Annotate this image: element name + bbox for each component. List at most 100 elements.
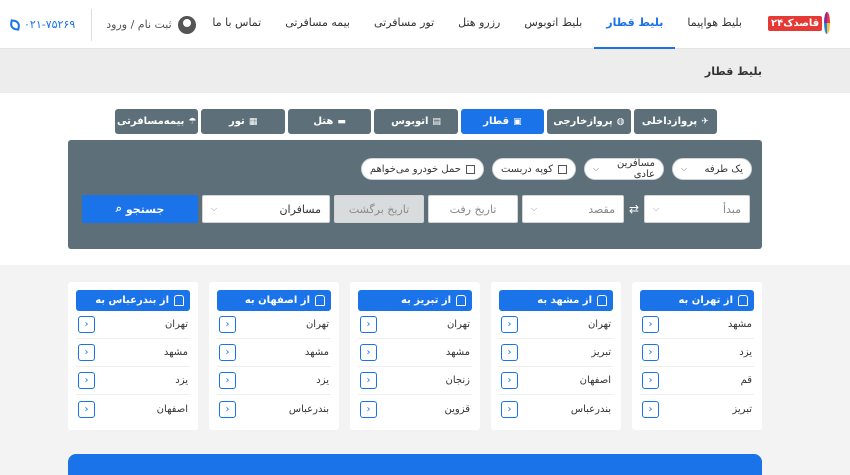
- car-label: حمل خودرو می‌خواهم: [369, 163, 461, 175]
- bus-icon: ▤: [432, 116, 441, 127]
- passenger-type-select[interactable]: مسافرین عادی ⌵: [584, 158, 664, 180]
- search-button[interactable]: جستجو ⌕: [82, 195, 198, 223]
- route-card: از تبریز به تهران ‹ مشهد ‹ زنجان ‹ قزوین ‹: [350, 282, 480, 430]
- chevron-down-icon: ⌵: [681, 164, 688, 173]
- chevron-left-icon[interactable]: ‹: [78, 316, 95, 333]
- tab-insurance[interactable]: ☂ بیمه‌مسافرتی: [115, 109, 199, 134]
- tab-hotel[interactable]: ▬ هتل: [287, 109, 372, 134]
- chevron-left-icon[interactable]: ‹: [360, 344, 377, 361]
- route-row[interactable]: اصفهان ‹: [499, 367, 613, 395]
- site-logo[interactable]: قاصدک۲۴: [768, 11, 840, 35]
- route-row[interactable]: تهران ‹: [76, 311, 190, 339]
- nav-item-train[interactable]: بلیط قطار: [594, 0, 676, 49]
- chevron-down-icon: ⌵: [531, 204, 538, 213]
- route-city: بندرعباس: [288, 403, 329, 415]
- route-city: مشهد: [163, 347, 188, 358]
- trip-type-select[interactable]: یک طرفه ⌵: [672, 158, 752, 180]
- route-row[interactable]: زنجان ‹: [358, 367, 472, 395]
- tab-label: هتل: [313, 116, 334, 127]
- train-icon: [597, 295, 607, 306]
- route-card-header: از مشهد به: [499, 290, 613, 311]
- chevron-left-icon[interactable]: ‹: [78, 400, 95, 418]
- route-row[interactable]: یزد ‹: [217, 367, 331, 395]
- tab-bus[interactable]: ▤ اتوبوس: [374, 109, 458, 134]
- chevron-left-icon[interactable]: ‹: [642, 372, 659, 389]
- route-card: از اصفهان به تهران ‹ مشهد ‹ یزد ‹ بندرعباس ‹: [209, 282, 339, 430]
- top-header: قاصدک۲۴ بلیط هواپیما بلیط قطار بلیط اتوب…: [0, 0, 850, 49]
- phone-icon: [9, 18, 21, 31]
- origin-select[interactable]: مبدأ ⌵: [644, 195, 750, 223]
- swap-icon[interactable]: ⇄: [628, 202, 640, 216]
- chevron-left-icon[interactable]: ‹: [642, 316, 659, 333]
- route-row[interactable]: مشهد ‹: [640, 311, 754, 339]
- logo-mark-icon: [824, 12, 840, 34]
- tab-domestic-flight[interactable]: ✈ پروازداخلی: [633, 109, 717, 134]
- car-transport-option[interactable]: حمل خودرو می‌خواهم: [360, 158, 484, 180]
- page-title: بلیط قطار: [704, 65, 762, 78]
- route-row[interactable]: مشهد ‹: [76, 339, 190, 367]
- chevron-left-icon[interactable]: ‹: [360, 316, 377, 333]
- tab-international-flight[interactable]: ◍ پروازخارجی: [547, 109, 631, 134]
- chevron-left-icon[interactable]: ‹: [642, 344, 659, 361]
- coupe-option[interactable]: کوپه دربست: [491, 158, 576, 180]
- chevron-left-icon[interactable]: ‹: [501, 400, 518, 418]
- route-row[interactable]: مشهد ‹: [217, 339, 331, 367]
- login-link[interactable]: ثبت نام / ورود: [92, 15, 196, 34]
- chevron-left-icon[interactable]: ‹: [501, 344, 518, 361]
- route-row[interactable]: یزد ‹: [640, 339, 754, 367]
- route-card-title: از مشهد به: [537, 295, 592, 306]
- destination-select[interactable]: مقصد ⌵: [522, 195, 624, 223]
- route-city: تهران: [587, 319, 611, 330]
- nav-item-tour[interactable]: تور مسافرتی: [362, 0, 446, 49]
- route-card: از بندرعباس به تهران ‹ مشهد ‹ یزد ‹ اصفهان ‹: [68, 282, 198, 430]
- support-phone[interactable]: ۰۲۱-۷۵۲۶۹: [9, 8, 93, 41]
- chevron-left-icon[interactable]: ‹: [501, 316, 518, 333]
- depart-date-input[interactable]: تاریخ رفت: [428, 195, 518, 223]
- coupe-checkbox[interactable]: [558, 164, 567, 174]
- route-card-header: از تهران به: [640, 290, 754, 311]
- nav-item-hotel[interactable]: رزرو هتل: [446, 0, 512, 49]
- route-row[interactable]: تبریز ‹: [640, 395, 754, 423]
- route-row[interactable]: قم ‹: [640, 367, 754, 395]
- tab-label: قطار: [483, 116, 510, 127]
- chevron-left-icon[interactable]: ‹: [219, 344, 236, 361]
- tab-tour[interactable]: ▦ تور: [201, 109, 285, 134]
- tab-train[interactable]: ▣ قطار: [460, 109, 545, 134]
- chevron-left-icon[interactable]: ‹: [219, 372, 236, 389]
- route-row[interactable]: یزد ‹: [76, 367, 190, 395]
- chevron-left-icon[interactable]: ‹: [78, 344, 95, 361]
- chevron-left-icon[interactable]: ‹: [219, 400, 236, 418]
- route-row[interactable]: تهران ‹: [217, 311, 331, 339]
- route-city: تبریز: [591, 347, 611, 358]
- route-row[interactable]: قزوین ‹: [358, 395, 472, 423]
- breadcrumb: بلیط قطار: [0, 49, 850, 93]
- chevron-down-icon: ⌵: [653, 204, 660, 213]
- passengers-select[interactable]: مسافران ⌵: [202, 195, 330, 223]
- route-row[interactable]: بندرعباس ‹: [499, 395, 613, 423]
- chevron-down-icon: ⌵: [593, 164, 600, 173]
- chevron-left-icon[interactable]: ‹: [501, 372, 518, 389]
- chevron-left-icon[interactable]: ‹: [360, 400, 377, 418]
- route-row[interactable]: تهران ‹: [499, 311, 613, 339]
- chevron-left-icon[interactable]: ‹: [642, 400, 659, 418]
- route-row[interactable]: بندرعباس ‹: [217, 395, 331, 423]
- nav-item-bus[interactable]: بلیط اتوبوس: [512, 0, 594, 49]
- return-placeholder: تاریخ برگشت: [348, 202, 410, 216]
- route-row[interactable]: تبریز ‹: [499, 339, 613, 367]
- nav-item-contact[interactable]: تماس با ما: [200, 0, 273, 49]
- route-card-title: از اصفهان به: [244, 295, 310, 306]
- route-row[interactable]: اصفهان ‹: [76, 395, 190, 423]
- route-card-header: از تبریز به: [358, 290, 472, 311]
- nav-item-insurance[interactable]: بیمه مسافرتی: [273, 0, 362, 49]
- nav-item-flight[interactable]: بلیط هواپیما: [675, 0, 754, 49]
- chevron-left-icon[interactable]: ‹: [360, 372, 377, 389]
- route-row[interactable]: تهران ‹: [358, 311, 472, 339]
- chevron-left-icon[interactable]: ‹: [78, 372, 95, 389]
- chevron-left-icon[interactable]: ‹: [219, 316, 236, 333]
- route-card: از مشهد به تهران ‹ تبریز ‹ اصفهان ‹ بندرعبا…: [491, 282, 621, 430]
- car-checkbox[interactable]: [465, 164, 475, 174]
- route-row[interactable]: مشهد ‹: [358, 339, 472, 367]
- route-city: یزد: [316, 375, 329, 386]
- route-card: از تهران به مشهد ‹ یزد ‹ قم ‹ تبریز ‹: [632, 282, 762, 430]
- tab-label: بیمه‌مسافرتی: [117, 116, 185, 127]
